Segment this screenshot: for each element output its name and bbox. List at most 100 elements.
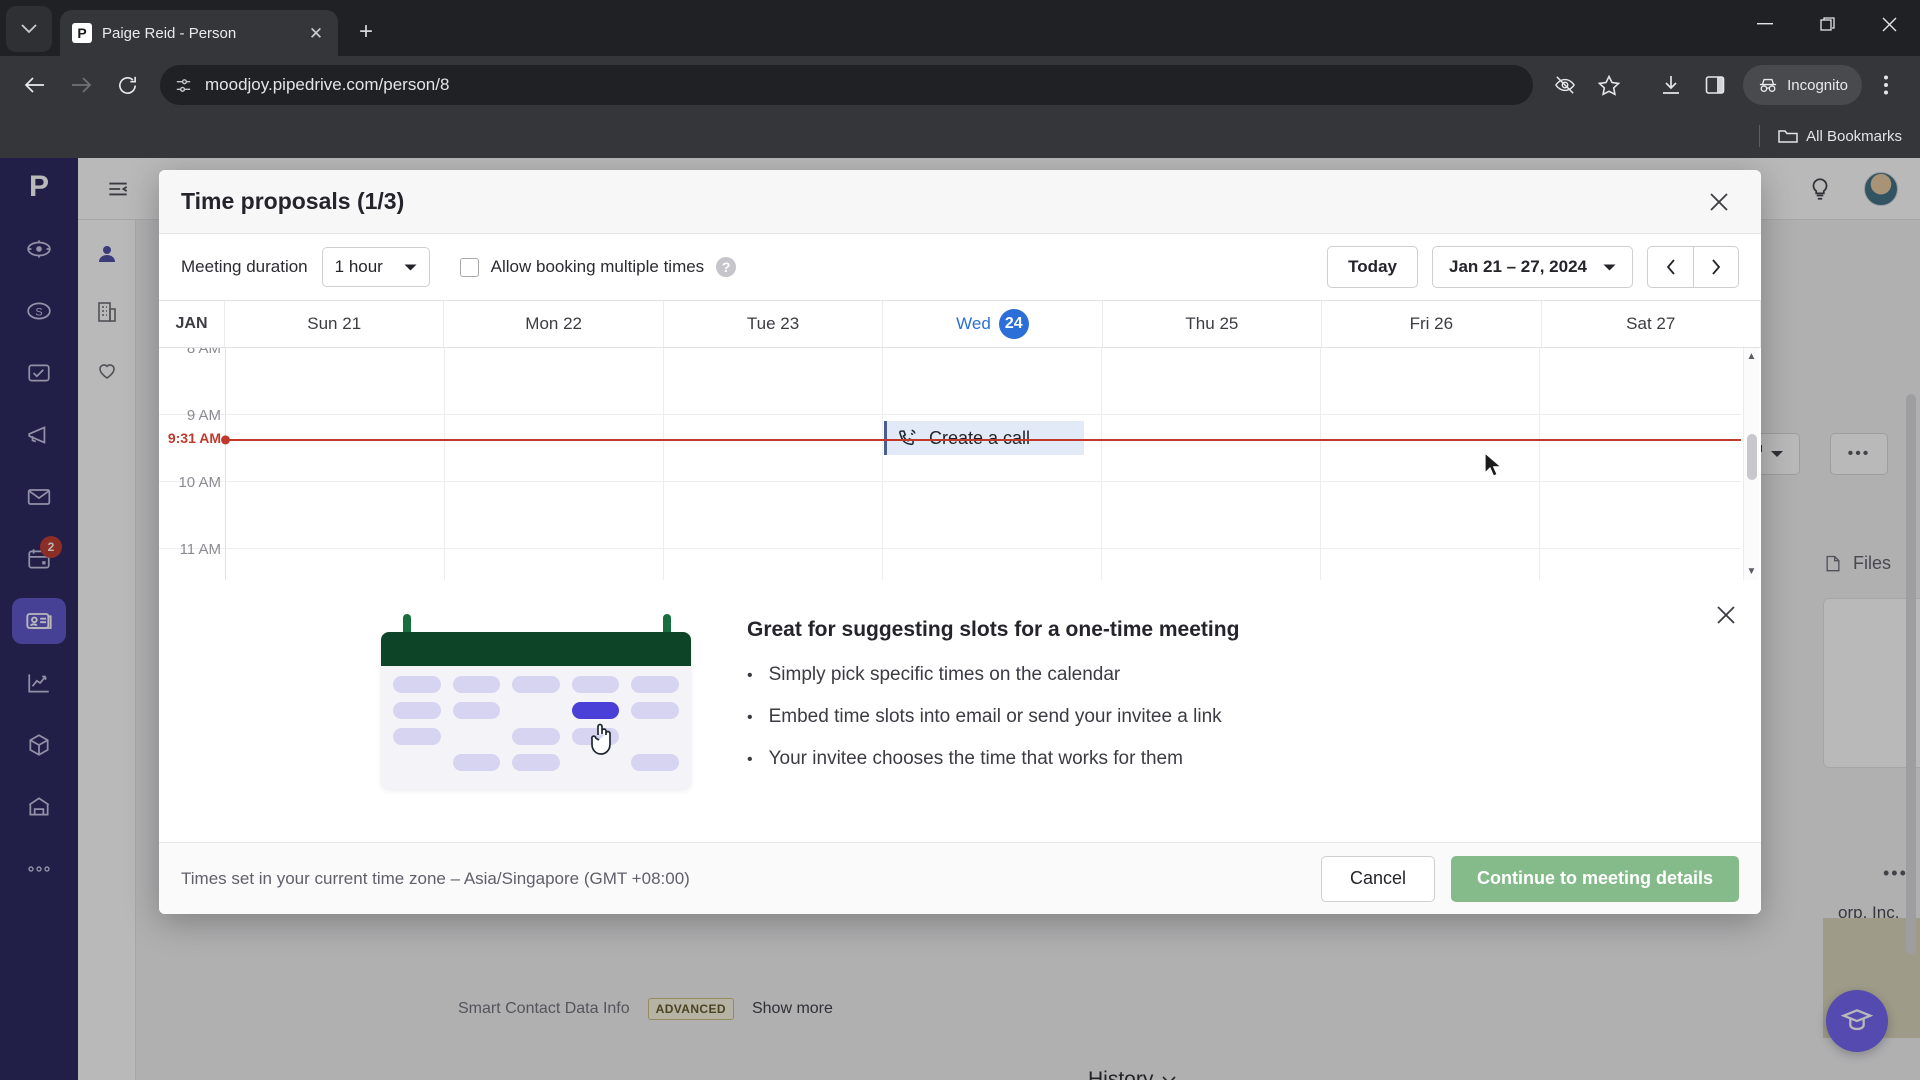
calendar-select-illustration xyxy=(381,614,691,789)
time-proposals-dialog: Time proposals (1/3) Meeting duration 1 … xyxy=(159,170,1761,914)
folder-icon xyxy=(1778,129,1798,143)
hour-label-11am: 11 AM xyxy=(179,541,221,558)
close-icon[interactable] xyxy=(1699,182,1739,222)
download-icon[interactable] xyxy=(1651,65,1691,105)
day-label: Sun 21 xyxy=(307,314,362,333)
allow-multiple-label: Allow booking multiple times xyxy=(490,257,705,276)
info-heading: Great for suggesting slots for a one-tim… xyxy=(747,618,1240,641)
all-bookmarks-label: All Bookmarks xyxy=(1806,127,1902,145)
chevron-right-icon[interactable] xyxy=(1693,246,1739,288)
browser-toolbar: moodjoy.pipedrive.com/person/8 Incognito xyxy=(0,56,1920,114)
day-label: Thu 25 xyxy=(1185,314,1239,333)
date-range-button[interactable]: Jan 21 – 27, 2024 xyxy=(1431,246,1633,288)
close-icon[interactable]: ✕ xyxy=(306,25,326,42)
eye-off-icon[interactable] xyxy=(1545,65,1585,105)
calendar-day-thu25[interactable]: Thu 25 xyxy=(1103,301,1323,347)
help-icon[interactable]: ? xyxy=(716,257,737,277)
bookmarks-bar: All Bookmarks xyxy=(0,114,1920,158)
dialog-footer: Times set in your current time zone – As… xyxy=(159,842,1761,914)
event-title: Create a call xyxy=(929,427,1031,448)
timezone-text: Times set in your current time zone – As… xyxy=(181,868,690,888)
forward-button[interactable] xyxy=(60,64,102,106)
info-close-icon[interactable] xyxy=(1709,598,1743,632)
cancel-button[interactable]: Cancel xyxy=(1320,855,1435,902)
divider xyxy=(1759,125,1761,147)
phone-call-icon xyxy=(899,429,916,446)
browser-tab[interactable]: P Paige Reid - Person ✕ xyxy=(60,10,338,56)
reload-button[interactable] xyxy=(106,64,148,106)
chevron-down-icon xyxy=(1603,264,1616,270)
dialog-toolbar: Meeting duration 1 hour Allow booking mu… xyxy=(159,234,1761,300)
site-settings-icon[interactable] xyxy=(174,76,193,95)
allow-multiple-group[interactable]: Allow booking multiple times ? xyxy=(459,257,737,277)
star-icon[interactable] xyxy=(1589,65,1629,105)
calendar-day-sat27[interactable]: Sat 27 xyxy=(1542,301,1761,347)
current-time-line xyxy=(225,439,1741,441)
calendar-day-wed24[interactable]: Wed 24 xyxy=(883,301,1103,347)
today-button[interactable]: Today xyxy=(1327,246,1418,288)
calendar-day-sun21[interactable]: Sun 21 xyxy=(225,301,445,347)
incognito-indicator[interactable]: Incognito xyxy=(1743,65,1862,105)
info-bullet-text: Embed time slots into email or send your… xyxy=(768,706,1222,727)
window-controls xyxy=(1734,0,1920,48)
pointer-hand-icon xyxy=(590,723,611,755)
day-label: Wed xyxy=(956,314,991,333)
calendar-event[interactable]: Create a call xyxy=(884,421,1084,455)
allow-multiple-checkbox[interactable] xyxy=(459,257,479,277)
side-panel-icon[interactable] xyxy=(1695,65,1735,105)
dialog-header: Time proposals (1/3) xyxy=(159,170,1761,234)
hour-label-8am: 8 AM xyxy=(186,348,221,357)
hour-label-10am: 10 AM xyxy=(178,474,221,491)
day-label: Mon 22 xyxy=(525,314,582,333)
new-tab-button[interactable]: + xyxy=(348,14,384,50)
info-bullet: • Your invitee chooses the time that wor… xyxy=(747,748,1239,770)
bullet-icon: • xyxy=(747,751,753,768)
bullet-icon: • xyxy=(747,709,753,726)
today-daynum-badge: 24 xyxy=(998,309,1029,339)
week-nav-group xyxy=(1647,246,1739,288)
info-bullet-text: Your invitee chooses the time that works… xyxy=(768,748,1183,769)
chevron-down-icon xyxy=(404,264,417,270)
close-icon[interactable] xyxy=(1858,0,1920,48)
current-time-label: 9:31 AM xyxy=(167,430,221,446)
info-panel: Great for suggesting slots for a one-tim… xyxy=(159,580,1761,842)
tab-search-icon[interactable] xyxy=(6,6,52,52)
page-title: Time proposals (1/3) xyxy=(181,188,405,214)
info-bullet-text: Simply pick specific times on the calend… xyxy=(768,664,1121,685)
scroll-up-icon[interactable]: ▲ xyxy=(1747,351,1757,362)
hour-label-9am: 9 AM xyxy=(186,407,221,424)
back-button[interactable] xyxy=(14,64,56,106)
meeting-duration-value: 1 hour xyxy=(334,257,383,276)
incognito-label: Incognito xyxy=(1787,76,1848,94)
chevron-left-icon[interactable] xyxy=(1647,246,1693,288)
mouse-cursor xyxy=(1484,452,1503,477)
site-favicon: P xyxy=(72,23,92,43)
calendar-month-label: JAN xyxy=(159,301,225,347)
continue-button[interactable]: Continue to meeting details xyxy=(1450,855,1739,902)
address-bar[interactable]: moodjoy.pipedrive.com/person/8 xyxy=(160,65,1534,105)
calendar-day-header: JAN Sun 21 Mon 22 Tue 23 Wed 24 Thu 25 F… xyxy=(159,300,1761,348)
all-bookmarks-button[interactable]: All Bookmarks xyxy=(1778,128,1902,145)
bullet-icon: • xyxy=(747,667,753,684)
calendar-grid[interactable]: 8 AM 9 AM 10 AM 11 AM Create a call 9:31… xyxy=(159,348,1761,580)
calendar-day-tue23[interactable]: Tue 23 xyxy=(664,301,884,347)
info-bullet: • Embed time slots into email or send yo… xyxy=(747,706,1239,728)
calendar-day-mon22[interactable]: Mon 22 xyxy=(444,301,664,347)
maximize-icon[interactable] xyxy=(1796,0,1858,48)
minimize-icon[interactable] xyxy=(1734,0,1796,48)
meeting-duration-select[interactable]: 1 hour xyxy=(321,247,430,287)
day-label: Tue 23 xyxy=(746,314,800,333)
scroll-down-icon[interactable]: ▼ xyxy=(1747,566,1757,577)
day-label: Fri 26 xyxy=(1409,314,1454,333)
meeting-duration-label: Meeting duration xyxy=(181,257,308,276)
tab-title: Paige Reid - Person xyxy=(102,24,237,42)
date-range-label: Jan 21 – 27, 2024 xyxy=(1448,257,1587,276)
info-text: Great for suggesting slots for a one-tim… xyxy=(747,614,1239,790)
menu-dots-icon[interactable] xyxy=(1866,65,1906,105)
day-label: Sat 27 xyxy=(1626,314,1676,333)
calendar-scrollbar[interactable]: ▲ ▼ xyxy=(1743,348,1759,580)
current-time-dot xyxy=(221,435,230,445)
calendar-day-fri26[interactable]: Fri 26 xyxy=(1322,301,1542,347)
scroll-thumb[interactable] xyxy=(1746,434,1757,480)
url-text: moodjoy.pipedrive.com/person/8 xyxy=(205,75,450,94)
